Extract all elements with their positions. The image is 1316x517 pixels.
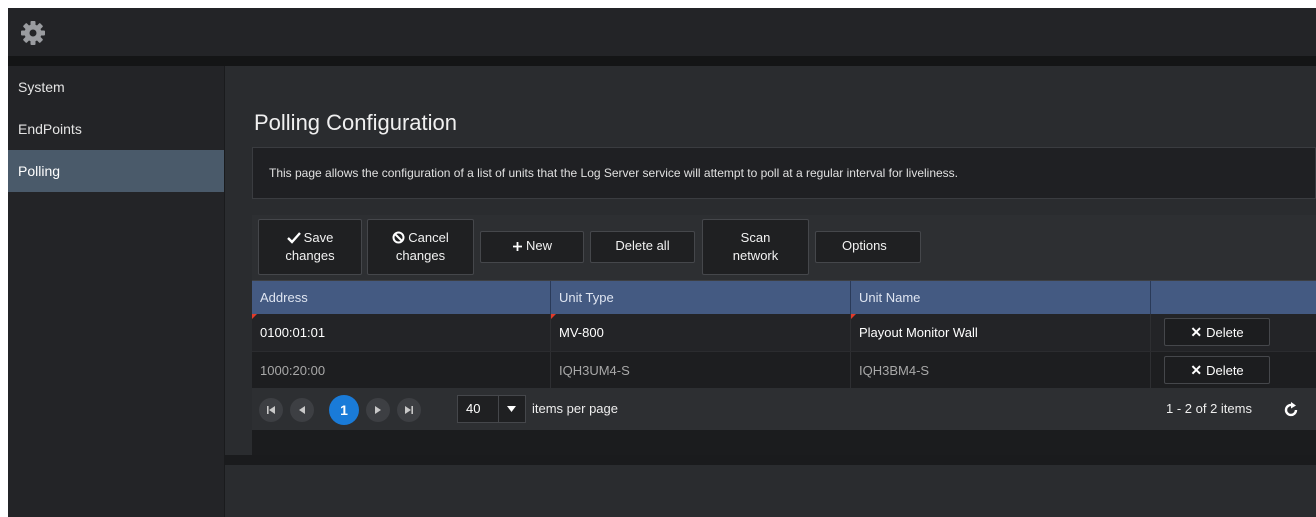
save-label-line2: changes	[285, 248, 335, 263]
unit-name-value: Playout Monitor Wall	[859, 325, 978, 340]
next-page-icon	[375, 406, 381, 414]
options-button[interactable]: Options	[815, 231, 921, 263]
dirty-flag	[252, 314, 257, 319]
column-header-unit-type[interactable]: Unit Type	[551, 281, 851, 314]
new-label: New	[525, 238, 552, 253]
plus-icon	[512, 242, 522, 251]
cancel-changes-button[interactable]: Cancel changes	[367, 219, 474, 275]
delete-label: Delete	[1206, 363, 1244, 378]
polling-grid: Save changes Cancel changes New Delete a…	[252, 215, 1316, 455]
page-description: This page allows the configuration of a …	[269, 166, 959, 180]
save-changes-button[interactable]: Save changes	[258, 219, 362, 275]
cell-address[interactable]: 0100:01:01	[252, 314, 551, 351]
page-size-select[interactable]: 40	[457, 395, 526, 423]
column-header-unit-name[interactable]: Unit Name	[851, 281, 1151, 314]
cancel-label-line2: changes	[395, 248, 446, 263]
next-page-button[interactable]	[366, 398, 390, 422]
main-content: Polling Configuration This page allows t…	[225, 66, 1316, 517]
grid-header: Address Unit Type Unit Name	[252, 281, 1316, 314]
cell-unit-name[interactable]: IQH3BM4-S	[851, 352, 1151, 389]
cell-address[interactable]: 1000:20:00	[252, 352, 551, 389]
refresh-icon[interactable]	[1276, 397, 1306, 423]
table-row[interactable]: 1000:20:00 IQH3UM4-S IQH3BM4-S ✕ Delete	[252, 351, 1316, 389]
description-box: This page allows the configuration of a …	[252, 147, 1316, 199]
last-page-button[interactable]	[397, 398, 421, 422]
sidebar-item-polling[interactable]: Polling	[8, 150, 224, 192]
previous-page-icon	[299, 406, 305, 414]
app-frame: System EndPoints Polling Polling Configu…	[8, 8, 1316, 517]
options-label: Options	[842, 238, 887, 253]
save-label: Save	[303, 230, 334, 245]
scan-label: Scan	[740, 230, 771, 245]
dirty-flag	[551, 314, 556, 319]
gear-icon[interactable]	[20, 20, 46, 46]
first-page-icon	[267, 406, 275, 414]
items-per-page-label: items per page	[532, 401, 618, 416]
cell-unit-type[interactable]: MV-800	[551, 314, 851, 351]
cancel-label: Cancel	[408, 230, 449, 245]
column-header-address[interactable]: Address	[252, 281, 551, 314]
unit-type-value: MV-800	[559, 325, 604, 340]
delete-row-button[interactable]: ✕ Delete	[1164, 318, 1270, 346]
sidebar-item-system[interactable]: System	[8, 66, 224, 108]
x-icon: ✕	[1190, 362, 1203, 378]
page-title: Polling Configuration	[254, 110, 458, 135]
page-number-current[interactable]: 1	[329, 395, 359, 425]
last-page-icon	[405, 406, 413, 414]
chevron-down-icon[interactable]	[498, 396, 525, 422]
item-count: 1 - 2 of 2 items	[1166, 401, 1252, 416]
address-value: 0100:01:01	[260, 325, 326, 340]
check-icon	[286, 232, 301, 244]
scan-network-button[interactable]: Scan network	[702, 219, 809, 275]
x-icon: ✕	[1190, 324, 1203, 340]
dirty-flag	[851, 314, 856, 319]
top-bar	[8, 8, 1316, 56]
delete-all-button[interactable]: Delete all	[590, 231, 695, 263]
cell-unit-type[interactable]: IQH3UM4-S	[551, 352, 851, 389]
pager: 1 40 items per page 1 - 2 of 2 items	[252, 388, 1316, 430]
delete-row-button[interactable]: ✕ Delete	[1164, 356, 1270, 384]
column-header-actions	[1151, 281, 1316, 314]
new-button[interactable]: New	[480, 231, 584, 263]
delete-all-label: Delete all	[615, 238, 670, 253]
cell-unit-name[interactable]: Playout Monitor Wall	[851, 314, 1151, 351]
previous-page-button[interactable]	[290, 398, 314, 422]
sidebar-item-endpoints[interactable]: EndPoints	[8, 108, 224, 150]
delete-label: Delete	[1206, 325, 1244, 340]
content-divider	[225, 455, 1316, 465]
sidebar: System EndPoints Polling	[8, 66, 225, 517]
grid-toolbar: Save changes Cancel changes New Delete a…	[252, 215, 1316, 281]
ban-icon	[392, 231, 405, 244]
page-size-value: 40	[466, 401, 481, 416]
header-divider	[8, 56, 1316, 66]
table-row[interactable]: 0100:01:01 MV-800 Playout Monitor Wall ✕…	[252, 314, 1316, 351]
scan-label-line2: network	[732, 248, 779, 263]
first-page-button[interactable]	[259, 398, 283, 422]
